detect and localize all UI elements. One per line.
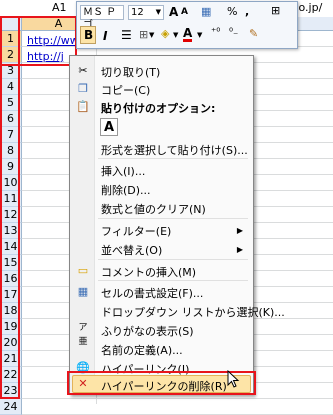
comment-icon: ▭ — [77, 264, 89, 277]
decrease-decimal-icon[interactable]: ⁰₋ — [229, 27, 238, 38]
menu-item-dropdown-pick[interactable]: ドロップダウン リストから選択(K)... — [101, 304, 285, 320]
italic-button[interactable]: I — [103, 29, 107, 43]
clipboard-icon: 📋 — [76, 100, 90, 113]
chevron-down-icon[interactable]: ▼ — [149, 31, 154, 39]
context-menu: ✂ 切り取り(T) ❐ コピー(C) 📋 貼り付けのオプション: A 形式を選択… — [69, 55, 285, 395]
chevron-down-icon[interactable]: ▼ — [173, 31, 178, 39]
paste-icon[interactable]: A — [100, 118, 118, 136]
row-header[interactable]: 24 — [0, 399, 22, 415]
menu-item-delete[interactable]: 削除(D)... — [101, 182, 151, 198]
submenu-arrow-icon: ▶ — [236, 245, 243, 254]
menu-item-paste-special[interactable]: 形式を選択して貼り付け(S)... — [101, 142, 248, 158]
font-size-dropdown[interactable]: 12 ▼ — [128, 5, 164, 20]
borders-icon[interactable]: ⊞ — [139, 28, 148, 41]
menu-separator — [98, 218, 248, 219]
row-gridline — [22, 398, 333, 399]
menu-separator — [98, 259, 248, 260]
menu-item-format-cells[interactable]: セルの書式設定(F)... — [101, 285, 203, 301]
chevron-down-icon: ▼ — [155, 8, 161, 16]
menu-item-define-name[interactable]: 名前の定義(A)... — [101, 342, 183, 358]
annotation-box-rows — [0, 16, 20, 399]
grow-font-button[interactable]: A — [169, 5, 178, 19]
font-color-button[interactable]: A — [183, 27, 193, 42]
format-cells-icon: ▦ — [77, 285, 89, 298]
menu-item-clear-contents[interactable]: 数式と値のクリア(N) — [101, 201, 206, 217]
name-box[interactable]: A1 — [52, 1, 67, 14]
mini-toolbar: ＭＳ Ｐゴ 12 ▼ A A ▦ % , ⊞ B I ☰ ⊞ ▼ ◈ ▼ A ▼… — [76, 1, 298, 49]
menu-item-phonetic[interactable]: ふりがなの表示(S) — [101, 323, 194, 339]
phonetic-icon: ア亜 — [78, 323, 88, 347]
menu-item-insert[interactable]: 挿入(I)... — [101, 163, 145, 179]
menu-item-copy[interactable]: コピー(C) — [101, 82, 150, 98]
bold-label: B — [84, 28, 94, 42]
fill-color-icon[interactable]: ◈ — [161, 27, 169, 40]
menu-separator — [98, 158, 248, 159]
menu-separator — [98, 280, 248, 281]
chevron-down-icon[interactable]: ▼ — [197, 31, 202, 39]
percent-button[interactable]: % — [227, 5, 237, 18]
align-center-icon[interactable]: ☰ — [121, 28, 132, 42]
menu-item-sort[interactable]: 並べ替え(O) — [101, 242, 162, 258]
increase-decimal-icon[interactable]: ⁺⁰ — [211, 27, 220, 38]
menu-paste-options-label: 貼り付けのオプション: — [101, 102, 216, 115]
bold-button[interactable]: B — [80, 26, 96, 44]
menu-item-insert-comment[interactable]: コメントの挿入(M) — [101, 264, 196, 280]
comma-button[interactable]: , — [245, 5, 249, 18]
scissors-icon: ✂ — [78, 64, 88, 77]
submenu-arrow-icon: ▶ — [236, 226, 243, 235]
copy-icon: ❐ — [78, 82, 88, 95]
menu-item-cut[interactable]: 切り取り(T) — [101, 64, 160, 80]
shrink-font-button[interactable]: A — [181, 7, 188, 17]
format-painter-icon[interactable]: ⊞ — [271, 4, 280, 17]
format-brush-icon[interactable]: ✎ — [249, 27, 258, 40]
font-name-dropdown[interactable]: ＭＳ Ｐゴ — [80, 5, 124, 31]
menu-item-filter[interactable]: フィルター(E) — [101, 223, 171, 239]
font-size-value: 12 — [131, 7, 144, 18]
currency-format-icon[interactable]: ▦ — [201, 5, 211, 18]
mouse-cursor-icon — [227, 370, 240, 388]
